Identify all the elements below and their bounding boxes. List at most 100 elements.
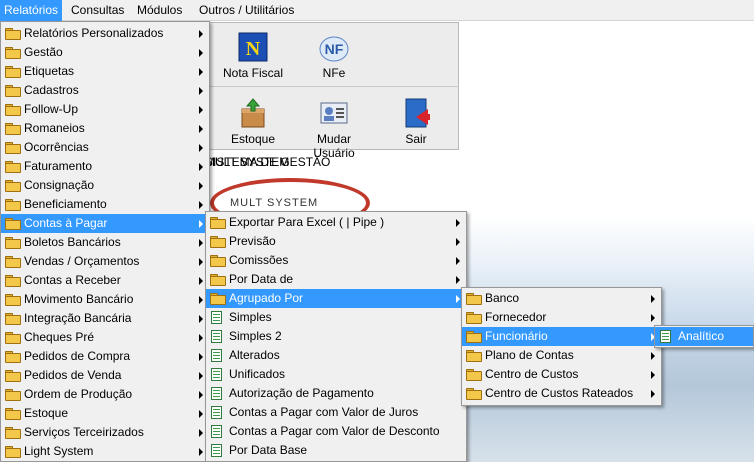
menu-item-etiquetas[interactable]: Etiquetas	[1, 62, 209, 81]
menu-item-label: Cheques Pré	[24, 330, 95, 344]
menu-item-label: Romaneios	[24, 121, 85, 135]
menu-item-simples-2[interactable]: Simples 2	[206, 327, 466, 346]
menu-item-analitico[interactable]: Analítico	[655, 327, 753, 346]
menu-item-follow-up[interactable]: Follow-Up	[1, 100, 209, 119]
menu-item-label: Plano de Contas	[485, 348, 574, 362]
menu-item-funcionario[interactable]: Funcionário	[462, 327, 661, 346]
menu-item-gestao[interactable]: Gestão	[1, 43, 209, 62]
menu-item-cadastros[interactable]: Cadastros	[1, 81, 209, 100]
menu-item-centro-de-custos-rateados[interactable]: Centro de Custos Rateados	[462, 384, 661, 403]
menu-item-label: Beneficiamento	[24, 197, 107, 211]
menu-item-unificados[interactable]: Unificados	[206, 365, 466, 384]
submenu-arrow-icon	[456, 276, 460, 284]
menu-item-por-data-de[interactable]: Por Data de	[206, 270, 466, 289]
menu-item-contas-a-pagar-com-valor-de-desconto[interactable]: Contas a Pagar com Valor de Desconto	[206, 422, 466, 441]
menu-item-label: Serviços Terceirizados	[24, 425, 144, 439]
menu-item-centro-de-custos[interactable]: Centro de Custos	[462, 365, 661, 384]
menu-item-integracao-bancaria[interactable]: Integração Bancária	[1, 309, 209, 328]
folder-icon	[5, 161, 21, 173]
menu-item-alterados[interactable]: Alterados	[206, 346, 466, 365]
menu-item-label: Contas a Receber	[24, 273, 121, 287]
menu-item-ocorrencias[interactable]: Ocorrências	[1, 138, 209, 157]
folder-icon	[210, 236, 226, 248]
submenu-arrow-icon	[199, 163, 203, 171]
submenu-arrow-icon	[199, 106, 203, 114]
menu-item-label: Gestão	[24, 45, 63, 59]
user-card-icon	[316, 97, 352, 129]
folder-icon	[5, 370, 21, 382]
folder-icon	[5, 28, 21, 40]
report-icon	[211, 311, 222, 324]
nfe-button[interactable]: NF NFe	[295, 28, 373, 86]
submenu-arrow-icon	[651, 390, 655, 398]
menu-item-fornecedor[interactable]: Fornecedor	[462, 308, 661, 327]
menu-item-label: Por Data de	[229, 272, 294, 286]
folder-icon	[210, 255, 226, 267]
menu-outros-utilitarios[interactable]: Outros / Utilitários	[195, 0, 298, 21]
menu-item-pedidos-de-compra[interactable]: Pedidos de Compra	[1, 347, 209, 366]
menu-item-servicos-terceirizados[interactable]: Serviços Terceirizados	[1, 423, 209, 442]
folder-icon	[5, 427, 21, 439]
menu-item-exportar-para-excel-pipe[interactable]: Exportar Para Excel ( | Pipe )	[206, 213, 466, 232]
menu-item-por-data-base[interactable]: Por Data Base	[206, 441, 466, 460]
menu-item-label: Unificados	[229, 367, 286, 381]
menu-item-label: Funcionário	[485, 329, 548, 343]
menu-consultas[interactable]: Consultas	[67, 0, 128, 21]
menu-item-faturamento[interactable]: Faturamento	[1, 157, 209, 176]
menu-item-agrupado-por[interactable]: Agrupado Por	[206, 289, 466, 308]
submenu-arrow-icon	[199, 182, 203, 190]
folder-icon	[5, 446, 21, 458]
submenu-arrow-icon	[456, 257, 460, 265]
folder-icon	[5, 180, 21, 192]
menu-item-pedidos-de-venda[interactable]: Pedidos de Venda	[1, 366, 209, 385]
sair-button[interactable]: Sair	[377, 94, 455, 152]
menu-item-ordem-de-producao[interactable]: Ordem de Produção	[1, 385, 209, 404]
menu-relatorios[interactable]: Relatórios	[0, 0, 63, 21]
menu-item-estoque[interactable]: Estoque	[1, 404, 209, 423]
menu-item-label: Estoque	[24, 406, 69, 420]
menu-item-contas-a-receber[interactable]: Contas a Receber	[1, 271, 209, 290]
menu-item-romaneios[interactable]: Romaneios	[1, 119, 209, 138]
menu-item-simples[interactable]: Simples	[206, 308, 466, 327]
folder-icon	[466, 293, 482, 305]
menu-modulos[interactable]: Módulos	[133, 0, 186, 21]
folder-icon	[466, 312, 482, 324]
menu-item-comissoes[interactable]: Comissões	[206, 251, 466, 270]
menu-item-label: Fornecedor	[485, 310, 547, 324]
nota-fiscal-button[interactable]: N Nota Fiscal	[214, 28, 292, 86]
menu-item-consignacao[interactable]: Consignação	[1, 176, 209, 195]
folder-icon	[5, 85, 21, 97]
menu-item-movimento-bancario[interactable]: Movimento Bancário	[1, 290, 209, 309]
report-icon	[211, 406, 222, 419]
submenu-arrow-icon	[199, 410, 203, 418]
menu-item-previsao[interactable]: Previsão	[206, 232, 466, 251]
svg-text:NF: NF	[325, 41, 344, 57]
folder-icon	[210, 293, 226, 305]
submenu-arrow-icon	[199, 201, 203, 209]
menu-item-label: Ocorrências	[24, 140, 89, 154]
submenu-arrow-icon	[456, 219, 460, 227]
menu-item-banco[interactable]: Banco	[462, 289, 661, 308]
nota-fiscal-icon: N	[235, 31, 271, 63]
menu-item-contas-a-pagar-com-valor-de-juros[interactable]: Contas a Pagar com Valor de Juros	[206, 403, 466, 422]
menu-item-light-system[interactable]: Light System	[1, 442, 209, 461]
menu-item-plano-de-contas[interactable]: Plano de Contas	[462, 346, 661, 365]
menu-item-label: Centro de Custos Rateados	[485, 386, 634, 400]
submenu-arrow-icon	[199, 353, 203, 361]
folder-icon	[5, 237, 21, 249]
mudar-usuario-button[interactable]: Mudar Usuário	[295, 94, 373, 160]
menu-item-contas-a-pagar[interactable]: Contas à Pagar	[1, 214, 209, 233]
menu-item-label: Light System	[24, 444, 94, 458]
menu-item-label: Contas à Pagar	[24, 216, 108, 230]
menu-item-beneficiamento[interactable]: Beneficiamento	[1, 195, 209, 214]
menu-item-cheques-pre[interactable]: Cheques Pré	[1, 328, 209, 347]
menu-item-autorizacao-de-pagamento[interactable]: Autorização de Pagamento	[206, 384, 466, 403]
menu-item-boletos-bancarios[interactable]: Boletos Bancários	[1, 233, 209, 252]
folder-icon	[5, 142, 21, 154]
estoque-button[interactable]: Estoque	[214, 94, 292, 152]
folder-icon	[5, 389, 21, 401]
menu-item-vendas-orcamentos[interactable]: Vendas / Orçamentos	[1, 252, 209, 271]
menu-item-relatorios-personalizados[interactable]: Relatórios Personalizados	[1, 24, 209, 43]
menu-item-label: Por Data Base	[229, 443, 308, 457]
menu-item-label: Simples	[229, 310, 272, 324]
